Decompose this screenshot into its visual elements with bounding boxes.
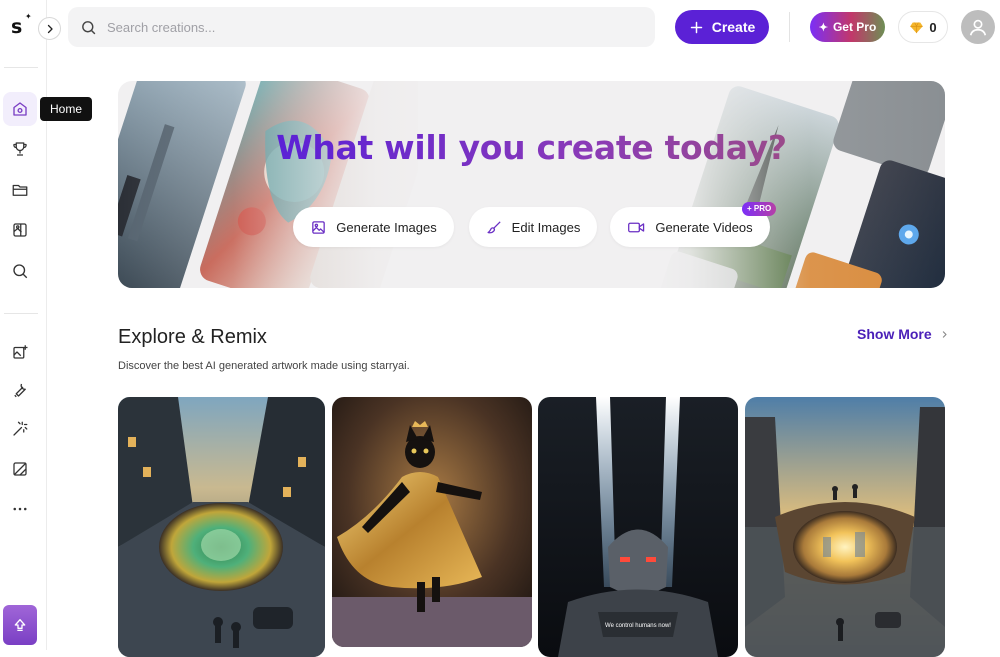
search-bar[interactable] (68, 7, 655, 47)
create-button[interactable]: Create (675, 10, 769, 44)
artwork-image (118, 397, 325, 657)
sidebar-item-gallery[interactable] (3, 213, 37, 247)
generate-images-label: Generate Images (336, 219, 437, 235)
show-more-label: Show More (857, 326, 932, 342)
brush-icon (487, 220, 501, 233)
pro-badge: + PRO (742, 202, 777, 216)
image-icon (312, 220, 326, 234)
sidebar-item-folder[interactable] (3, 173, 37, 207)
chevron-right-icon (47, 24, 53, 33)
plus-icon (690, 21, 702, 33)
gallery-icon (13, 223, 27, 237)
sparkle-icon: ✦ (25, 12, 32, 21)
topbar-divider (789, 12, 790, 42)
sidebar-divider (4, 313, 38, 314)
image-plus-icon (13, 345, 28, 359)
frame-icon (13, 462, 27, 476)
sidebar-item-more[interactable] (3, 492, 37, 526)
sidebar-divider (4, 67, 38, 68)
sidebar-toggle-button[interactable] (38, 17, 61, 40)
home-icon (13, 102, 27, 116)
artwork-card-city-portal[interactable] (118, 397, 325, 657)
upgrade-button[interactable] (3, 605, 37, 645)
sidebar-item-frame[interactable] (3, 452, 37, 486)
user-avatar[interactable] (961, 10, 995, 44)
credits-badge[interactable]: 0 (898, 11, 948, 43)
section-subtitle: Discover the best AI generated artwork m… (118, 360, 410, 372)
artwork-image (745, 397, 945, 657)
artwork-card-cat-dress[interactable] (332, 397, 532, 647)
hero-banner: What will you create today? Generate Ima… (118, 81, 945, 288)
show-more-link[interactable]: Show More (857, 326, 949, 342)
folder-icon (12, 184, 28, 196)
artwork-card-street-portal[interactable] (745, 397, 945, 657)
section-title: Explore & Remix (118, 326, 267, 348)
edit-images-label: Edit Images (511, 219, 581, 235)
sidebar-item-magic[interactable] (3, 412, 37, 446)
card-caption: We control humans now! (605, 623, 671, 629)
sidebar-item-edit[interactable] (3, 373, 37, 407)
sparkle-icon: ✦ (818, 21, 828, 34)
artwork-card-robot[interactable]: We control humans now! (538, 397, 738, 657)
magic-wand-icon (13, 421, 28, 436)
sidebar-item-home[interactable] (3, 92, 37, 126)
artwork-image: We control humans now! (538, 397, 738, 657)
sidebar-item-search[interactable] (3, 254, 37, 288)
artwork-image (332, 397, 532, 647)
edit-images-button[interactable]: Edit Images (469, 207, 597, 247)
hero-title: What will you create today? (276, 128, 787, 167)
get-pro-label: Get Pro (832, 20, 877, 34)
generate-images-button[interactable]: Generate Images (293, 207, 454, 247)
sidebar-item-create-image[interactable] (3, 335, 37, 369)
create-label: Create (711, 19, 756, 35)
chevron-right-icon (942, 330, 947, 338)
search-icon (13, 264, 28, 279)
get-pro-button[interactable]: ✦ Get Pro (810, 12, 885, 42)
app-logo[interactable]: s ✦ (11, 12, 33, 40)
user-icon (969, 19, 987, 36)
generate-videos-label: Generate Videos (655, 219, 753, 235)
hero-fade (118, 81, 448, 288)
wrench-icon (14, 383, 26, 398)
upgrade-icon (14, 619, 26, 631)
tooltip: Home (40, 97, 93, 121)
gem-icon (910, 21, 924, 33)
sidebar-item-trophy[interactable] (3, 132, 37, 166)
more-icon (13, 507, 27, 511)
search-icon (82, 20, 96, 34)
credits-count: 0 (929, 19, 937, 35)
video-icon (628, 222, 645, 232)
search-input[interactable] (107, 19, 607, 35)
trophy-icon (13, 142, 27, 156)
hero-fade (645, 81, 945, 288)
